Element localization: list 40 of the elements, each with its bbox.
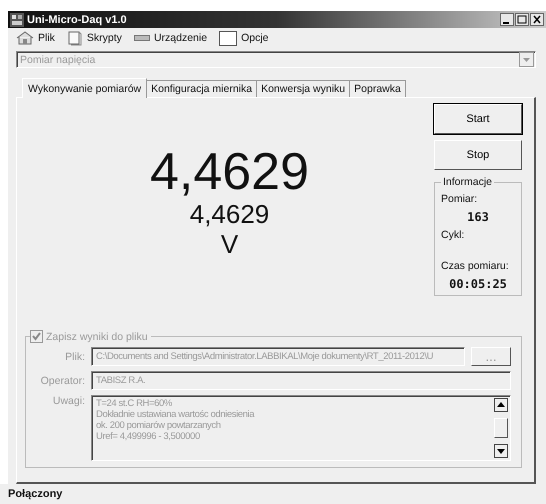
scroll-up-icon[interactable] <box>494 398 508 412</box>
checkbox-label: Zapisz wyniki do pliku <box>46 330 148 342</box>
start-button[interactable]: Start <box>434 104 522 134</box>
note-line: Dokładnie ustawiana wartośc odniesienia <box>96 409 256 420</box>
tab[interactable]: Wykonywanie pomiarów <box>22 78 148 98</box>
menu-item[interactable]: Plik <box>16 31 55 45</box>
window-title: Uni-Micro-Daq v1.0 <box>27 14 127 26</box>
menu-item[interactable]: Urządzenie <box>134 32 208 44</box>
info-value: 00:05:25 <box>448 277 508 291</box>
field-label: Uwagi: <box>52 395 85 407</box>
note-line: T=24 st.C RH=60% <box>96 398 173 409</box>
info-label: Czas pomiaru: <box>441 260 510 272</box>
tab[interactable]: Poprawka <box>350 80 406 97</box>
minimize-icon[interactable] <box>500 13 514 26</box>
converted-value: 4,4629 <box>190 200 270 228</box>
info-label: Pomiar: <box>441 193 478 205</box>
note-line: ok. 200 pomiarów powtarzanych <box>96 420 222 431</box>
measured-value: 4,4629 <box>150 144 310 200</box>
unit-label: V <box>220 228 238 260</box>
menu-item[interactable]: Skrypty <box>66 30 122 46</box>
info-value: 163 <box>466 210 490 224</box>
house-icon[interactable] <box>16 31 34 45</box>
blank-square-icon[interactable] <box>219 30 238 46</box>
tab[interactable]: Konwersja wyniku <box>257 80 350 97</box>
info-label: Cykl: <box>441 229 466 241</box>
menu-item[interactable]: Opcje <box>219 30 268 46</box>
field-label: Plik: <box>64 350 85 362</box>
page-icon[interactable] <box>66 30 83 46</box>
app-icon <box>10 12 24 26</box>
scroll-down-icon[interactable] <box>494 444 508 458</box>
tab[interactable]: Konfiguracja miernika <box>147 80 258 97</box>
maximize-icon[interactable] <box>515 13 529 26</box>
close-icon[interactable] <box>530 13 544 26</box>
status-text: Połączony <box>8 488 62 500</box>
field-label: Operator: <box>40 374 85 386</box>
note-line: Uref= 4,499996 - 3,500000 <box>96 431 201 442</box>
group-title: Informacje <box>442 176 494 188</box>
stop-button[interactable]: Stop <box>434 140 522 170</box>
device-icon[interactable] <box>134 34 150 42</box>
scrollbar[interactable] <box>494 398 508 458</box>
